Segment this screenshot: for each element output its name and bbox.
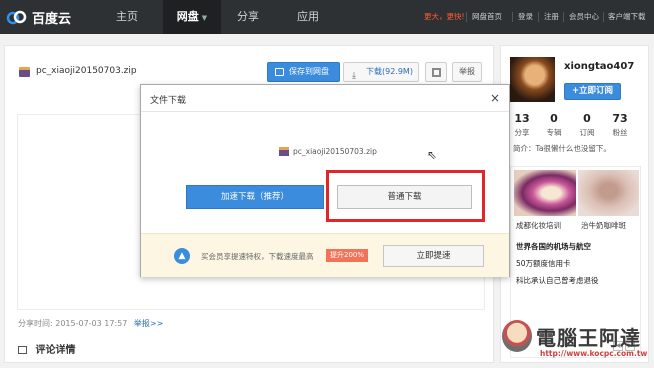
promo-link[interactable]: 更大，更快! — [424, 0, 465, 34]
divider — [603, 12, 604, 22]
avatar[interactable] — [510, 57, 555, 102]
subscribe-button[interactable]: +立即订阅 — [564, 83, 621, 100]
file-name: pc_xiaoji20150703.zip — [36, 66, 137, 76]
highlight-box — [326, 170, 485, 222]
speed-up-button[interactable]: 立即提速 — [383, 245, 484, 267]
ad-caption[interactable]: 成都化妆培训 — [516, 220, 561, 231]
stat-number: 0 — [550, 112, 558, 125]
cloud-logo-icon — [6, 10, 27, 25]
stat-subscriptions[interactable]: 0 订阅 — [572, 112, 602, 138]
ad-caption[interactable]: 治牛奶咖啡斑 — [581, 220, 626, 231]
ad-image-skin[interactable] — [578, 170, 639, 216]
register-link[interactable]: 注册 — [544, 0, 559, 34]
vip-promo-bar: ▲ 买会员享提速特权，下载速度最高 提升200% 立即提速 — [141, 233, 509, 277]
nav-apps[interactable]: 应用 — [284, 0, 332, 34]
ad-link[interactable]: 科比承认自己曾考虑退役 — [516, 275, 599, 286]
stat-albums[interactable]: 0 专辑 — [539, 112, 569, 138]
stat-label: 专辑 — [546, 128, 562, 137]
comments-header: 评论详情 — [18, 341, 75, 356]
speed-boost-badge: 提升200% — [326, 249, 369, 262]
username[interactable]: xiongtao407 — [564, 61, 634, 72]
dialog-title: 文件下载 — [150, 96, 187, 106]
nav-home[interactable]: 主页 — [103, 0, 151, 34]
file-download-dialog: 文件下载 × pc_xiaoji20150703.zip ⇖ 加速下载（推荐） … — [140, 84, 510, 277]
divider — [563, 12, 564, 22]
download-button-label: 下载(92.9M) — [366, 67, 413, 76]
ad-image-makeup[interactable] — [514, 170, 576, 216]
stat-label: 粉丝 — [612, 128, 628, 137]
user-bio: 简介：Ta很懒什么也没留下。 — [513, 144, 611, 153]
user-sidebar: xiongtao407 +立即订阅 13 分享 0 专辑 0 订阅 73 粉丝 … — [500, 45, 649, 363]
chevron-down-icon: ▼ — [201, 14, 208, 22]
ad-link[interactable]: 50万额度信用卡 — [516, 258, 571, 269]
zip-file-icon — [279, 147, 289, 156]
share-meta: 分享时间: 2015-07-03 17:57 举报>> — [18, 318, 163, 329]
watermark: 電腦王阿達 http://www.kocpc.com.tw — [494, 318, 650, 364]
stat-number: 73 — [612, 112, 628, 125]
stat-shares[interactable]: 13 分享 — [507, 112, 537, 138]
download-icon: ⤓ — [352, 71, 356, 81]
stat-number: 0 — [583, 112, 591, 125]
zip-file-icon — [19, 67, 30, 77]
comments-title: 评论详情 — [35, 345, 76, 356]
divider — [466, 12, 467, 22]
close-icon[interactable]: × — [490, 91, 500, 105]
logo-text: 百度云 — [32, 11, 72, 27]
top-nav-bar: 百度云 主页 网盘 ▼ 分享 应用 更大，更快! 网盘首页 登录 注册 会员中心 … — [0, 0, 654, 34]
divider — [512, 12, 513, 22]
stat-label: 分享 — [514, 128, 530, 137]
logo[interactable]: 百度云 — [6, 7, 71, 27]
download-button[interactable]: ⤓ 下载(92.9M) — [343, 62, 419, 82]
mascot-icon — [502, 320, 532, 352]
report-link[interactable]: 举报>> — [134, 319, 163, 328]
divider — [538, 12, 539, 22]
qr-code-icon — [432, 68, 441, 77]
stat-label: 订阅 — [579, 128, 595, 137]
nav-netdisk-label: 网盘 — [176, 10, 199, 23]
report-button[interactable]: 举报 — [452, 62, 482, 82]
comment-icon — [18, 346, 27, 354]
nav-share[interactable]: 分享 — [224, 0, 272, 34]
save-button-label: 保存到网盘 — [289, 67, 329, 76]
dialog-header: 文件下载 × — [141, 85, 509, 112]
mouse-cursor-icon: ⇖ — [427, 148, 438, 162]
qr-code-button[interactable] — [425, 62, 447, 82]
save-icon — [275, 68, 284, 76]
accelerated-download-button[interactable]: 加速下载（推荐） — [186, 185, 324, 209]
stat-fans[interactable]: 73 粉丝 — [605, 112, 635, 138]
vip-rocket-icon: ▲ — [174, 248, 190, 264]
vip-text: 买会员享提速特权，下载速度最高 — [201, 252, 314, 261]
share-time: 分享时间: 2015-07-03 17:57 — [18, 319, 128, 328]
dialog-file-name: pc_xiaoji20150703.zip — [293, 147, 377, 156]
watermark-url: http://www.kocpc.com.tw — [540, 349, 648, 358]
client-download-link[interactable]: 客户端下载 — [608, 0, 646, 34]
nav-netdisk[interactable]: 网盘 ▼ — [163, 0, 221, 34]
member-center-link[interactable]: 会员中心 — [569, 0, 599, 34]
netdisk-home-link[interactable]: 网盘首页 — [472, 0, 502, 34]
stat-number: 13 — [514, 112, 530, 125]
ad-link[interactable]: 世界各国的机场与航空 — [516, 241, 591, 252]
save-to-netdisk-button[interactable]: 保存到网盘 — [267, 62, 340, 82]
login-link[interactable]: 登录 — [518, 0, 533, 34]
watermark-text: 電腦王阿達 — [536, 326, 641, 350]
